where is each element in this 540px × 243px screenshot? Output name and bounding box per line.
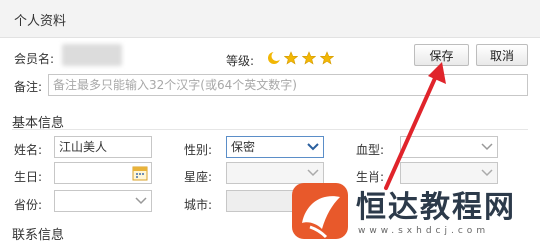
zodiac-select[interactable] bbox=[226, 162, 324, 184]
save-button[interactable]: 保存 bbox=[414, 44, 469, 66]
calendar-icon[interactable] bbox=[132, 165, 148, 181]
name-input[interactable]: 江山美人 bbox=[54, 136, 152, 158]
watermark-brand: 恒达教程网 bbox=[356, 190, 516, 225]
note-input[interactable]: 备注最多只能输入32个汉字(或64个英文数字) bbox=[48, 74, 528, 96]
note-placeholder: 备注最多只能输入32个汉字(或64个英文数字) bbox=[53, 78, 297, 92]
panel-header: 个人资料 bbox=[0, 0, 540, 38]
chevron-down-icon bbox=[307, 169, 319, 177]
shengxiao-select[interactable] bbox=[400, 162, 498, 184]
section-divider bbox=[12, 129, 528, 130]
level-label: 等级: bbox=[226, 54, 255, 68]
province-select[interactable] bbox=[54, 190, 152, 212]
chevron-down-icon bbox=[135, 197, 147, 205]
name-label: 姓名: bbox=[14, 143, 43, 157]
gender-label: 性别: bbox=[184, 143, 213, 157]
member-name-label: 会员名: bbox=[14, 52, 55, 66]
moon-icon bbox=[268, 51, 281, 64]
panel-title: 个人资料 bbox=[14, 14, 67, 29]
note-label: 备注: bbox=[14, 80, 43, 94]
cancel-button[interactable]: 取消 bbox=[476, 44, 528, 66]
member-name-value bbox=[62, 44, 122, 66]
birthday-label: 生日: bbox=[14, 170, 43, 184]
crown-icon bbox=[302, 51, 316, 65]
chevron-down-icon bbox=[481, 169, 493, 177]
gender-select-value: 保密 bbox=[231, 140, 256, 154]
province-label: 省份: bbox=[14, 198, 43, 212]
chevron-down-icon bbox=[481, 143, 493, 151]
city-select[interactable] bbox=[226, 190, 296, 212]
watermark-logo bbox=[292, 183, 348, 239]
birthday-input[interactable] bbox=[54, 162, 152, 184]
gender-select[interactable]: 保密 bbox=[226, 136, 324, 158]
section-title-contact: 联系信息 bbox=[12, 228, 65, 243]
blood-type-label: 血型: bbox=[356, 143, 385, 157]
chevron-down-icon bbox=[307, 143, 319, 151]
city-label: 城市: bbox=[184, 198, 213, 212]
blood-type-select[interactable] bbox=[400, 136, 498, 158]
watermark-url: www.sxhdcj.com bbox=[358, 226, 490, 236]
crown-icon bbox=[320, 51, 334, 65]
crown-icon bbox=[284, 51, 298, 65]
zodiac-label: 星座: bbox=[184, 170, 213, 184]
